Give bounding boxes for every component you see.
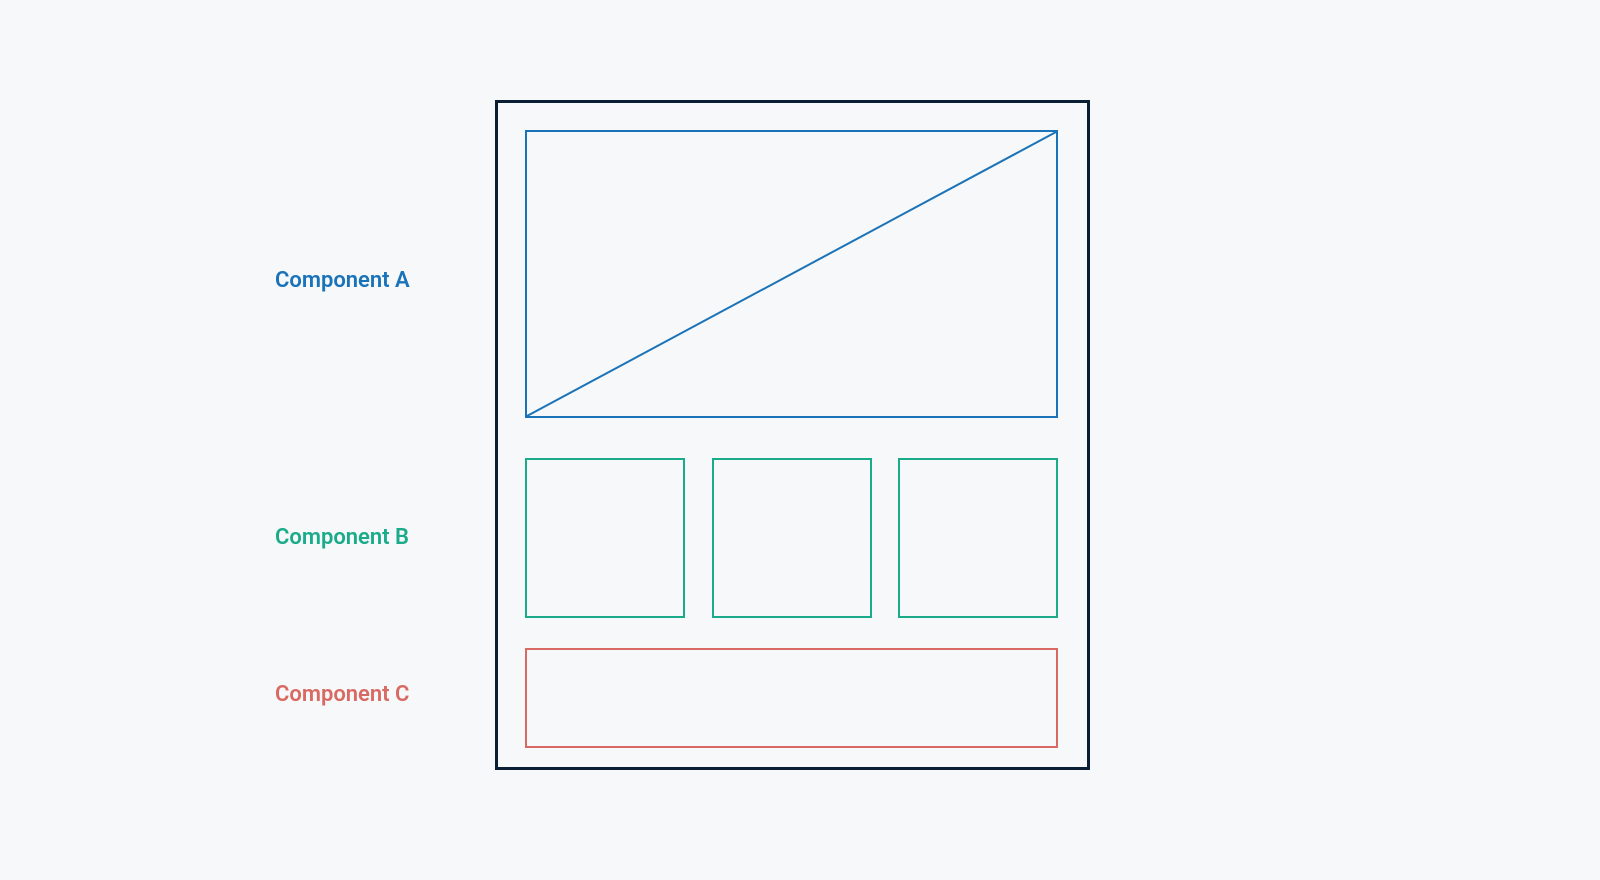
component-b-box-2	[712, 458, 872, 618]
component-a-label: Component A	[275, 268, 410, 293]
component-b-box-1	[525, 458, 685, 618]
diagonal-line-icon	[527, 132, 1056, 416]
component-b-box-3	[898, 458, 1058, 618]
component-b-label: Component B	[275, 525, 409, 550]
component-a-box	[525, 130, 1058, 418]
diagram-canvas: Component A Component B Component C	[0, 0, 1600, 880]
component-b-row	[525, 458, 1058, 618]
component-c-box	[525, 648, 1058, 748]
component-c-label: Component C	[275, 682, 409, 707]
